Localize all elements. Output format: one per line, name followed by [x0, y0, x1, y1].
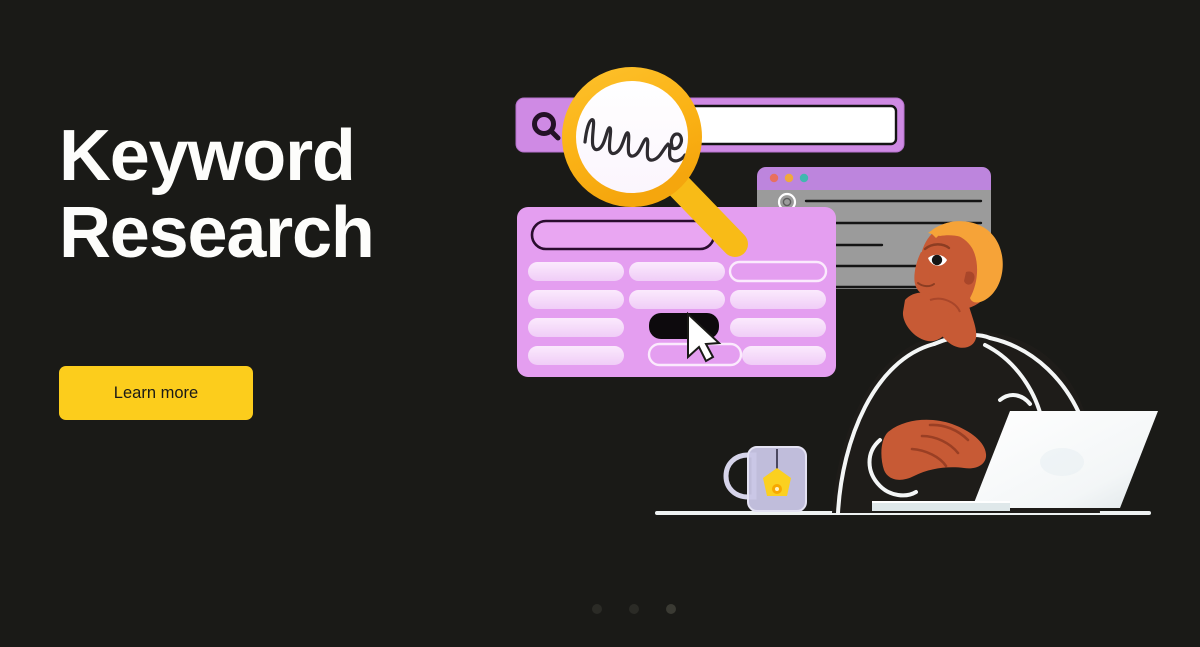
keyword-pill[interactable]: [528, 290, 624, 309]
keyword-pill[interactable]: [528, 346, 624, 365]
keyword-pill[interactable]: [742, 346, 826, 365]
pagination-dot-3[interactable]: [666, 604, 676, 614]
keyword-pill[interactable]: [629, 290, 725, 309]
carousel-pagination[interactable]: [592, 604, 676, 614]
keyword-research-illustration: [0, 0, 1200, 647]
hero-banner: Keyword Research Learn more: [0, 0, 1200, 647]
keyword-results-panel[interactable]: [517, 207, 836, 377]
keyword-pill[interactable]: [528, 318, 624, 337]
pagination-dot-2[interactable]: [629, 604, 639, 614]
coffee-mug: [723, 446, 807, 512]
keyword-pill[interactable]: [629, 262, 725, 281]
keyword-pill[interactable]: [730, 318, 826, 337]
window-minimize-dot[interactable]: [784, 173, 794, 183]
keyword-pill[interactable]: [528, 262, 624, 281]
search-input[interactable]: [688, 104, 898, 146]
keyword-pill[interactable]: [730, 290, 826, 309]
window-close-dot[interactable]: [769, 173, 779, 183]
pagination-dot-1[interactable]: [592, 604, 602, 614]
panel-search-field[interactable]: [530, 219, 716, 251]
keyword-pill-row[interactable]: [528, 290, 826, 309]
window-maximize-dot[interactable]: [799, 173, 809, 183]
